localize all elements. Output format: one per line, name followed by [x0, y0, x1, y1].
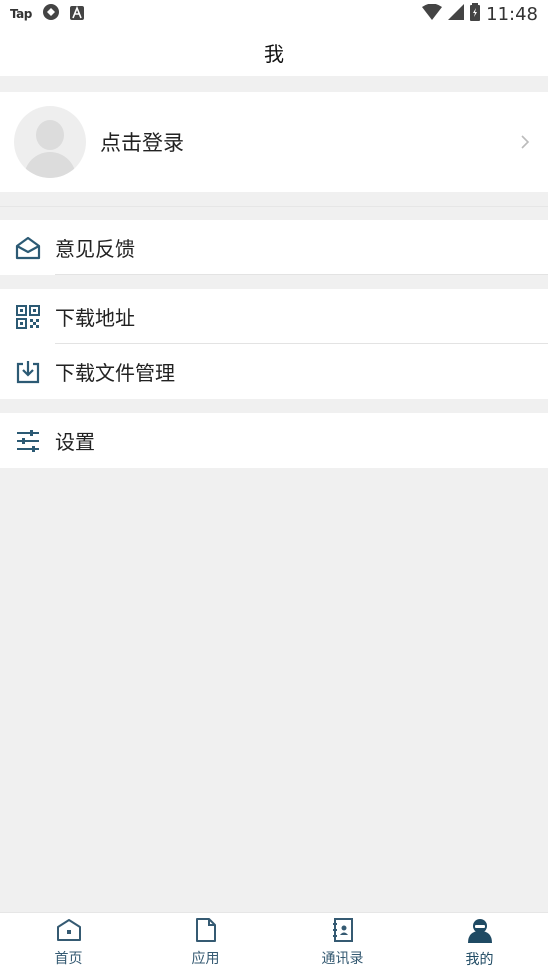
status-left: Tap [10, 3, 84, 26]
signal-icon [448, 3, 465, 25]
nav-item-mine[interactable]: 我的 [411, 913, 548, 972]
mail-open-icon [15, 235, 41, 261]
menu-item-label: 下载地址 [55, 306, 135, 330]
menu-item-label: 设置 [55, 430, 95, 454]
document-icon [195, 917, 217, 946]
login-label[interactable]: 点击登录 [100, 127, 184, 157]
qr-code-icon [15, 304, 41, 330]
row-divider [55, 274, 548, 275]
status-time: 11:48 [486, 3, 538, 25]
menu-item-label: 下载文件管理 [55, 361, 175, 385]
nav-label: 通讯录 [321, 950, 364, 967]
sliders-icon [15, 428, 41, 454]
menu-item-label: 意见反馈 [55, 237, 135, 261]
tap-app-label: Tap [10, 7, 32, 21]
avatar[interactable] [14, 106, 86, 178]
status-right: 11:48 [422, 2, 538, 26]
menu-item-download-address[interactable]: 下载地址 [0, 289, 548, 344]
profile-login-row[interactable]: 点击登录 [0, 92, 548, 192]
nav-item-apps[interactable]: 应用 [137, 913, 274, 972]
nav-label: 应用 [191, 950, 220, 967]
nav-label: 首页 [54, 950, 83, 967]
avatar-body [24, 152, 76, 178]
menu-group-settings: 设置 [0, 413, 548, 468]
status-bar: Tap 11:48 [0, 0, 548, 28]
battery-icon [470, 2, 481, 26]
avatar-head [36, 120, 64, 150]
menu-item-download-manager[interactable]: 下载文件管理 [0, 344, 548, 399]
home-icon [56, 918, 82, 946]
sync-icon [42, 3, 60, 26]
menu-group-download: 下载地址 下载文件管理 [0, 289, 548, 399]
nav-item-contacts[interactable]: 通讯录 [274, 913, 411, 972]
wifi-icon [422, 3, 443, 25]
user-icon [467, 917, 493, 947]
section-divider [0, 206, 548, 207]
menu-item-settings[interactable]: 设置 [0, 413, 548, 468]
menu-group-feedback: 意见反馈 [0, 220, 548, 275]
nav-label: 我的 [465, 951, 494, 968]
contacts-icon [332, 917, 354, 946]
bottom-nav: 首页 应用 通讯录 我的 [0, 912, 548, 972]
menu-item-feedback[interactable]: 意见反馈 [0, 220, 548, 275]
page-header: 我 [0, 28, 548, 76]
chevron-right-icon [520, 134, 530, 154]
download-icon [15, 359, 41, 385]
nav-item-home[interactable]: 首页 [0, 913, 137, 972]
app-a-icon [69, 4, 84, 25]
page-title: 我 [264, 41, 284, 66]
